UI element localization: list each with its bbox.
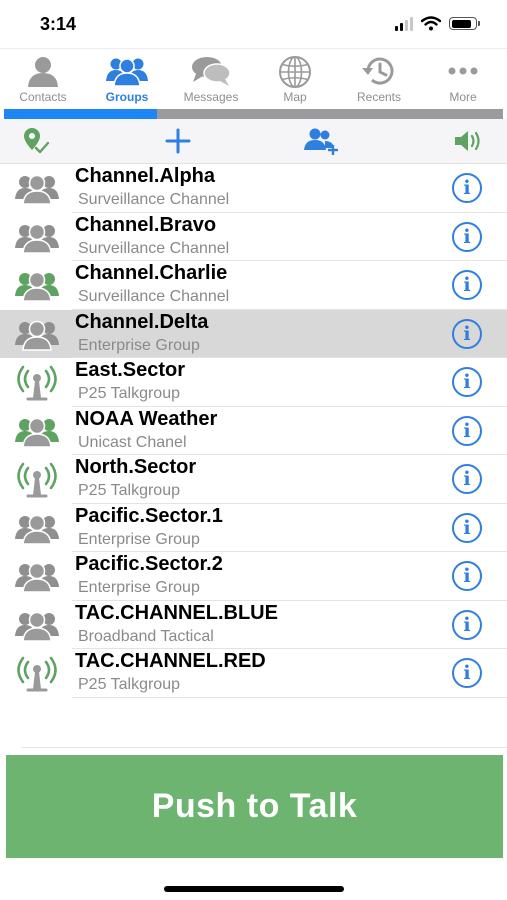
people-group-icon [14, 511, 60, 545]
tab-bar: Contacts Groups Messages Map Recents Mor… [0, 48, 507, 105]
radio-tower-icon [14, 365, 60, 401]
group-type: P25 Talkgroup [78, 676, 180, 693]
info-icon[interactable]: i [452, 609, 482, 640]
group-row[interactable]: Channel.Delta Enterprise Group i [0, 309, 507, 358]
tab-label: Contacts [19, 90, 67, 104]
group-name: Channel.Alpha [75, 165, 216, 187]
tab-label: Groups [105, 90, 149, 104]
group-row[interactable]: Pacific.Sector.2 Enterprise Group i [0, 552, 507, 601]
recents-icon [362, 57, 394, 85]
tab-indicator-active [4, 109, 157, 119]
messages-icon [192, 57, 231, 86]
group-name: Channel.Delta [75, 310, 209, 333]
location-button[interactable] [14, 123, 58, 159]
push-to-talk-label: Push to Talk [151, 787, 358, 825]
people-group-icon [14, 559, 60, 593]
group-name: Channel.Charlie [75, 262, 228, 284]
status-icons [395, 16, 480, 31]
people-group-icon [14, 171, 60, 205]
wifi-icon [421, 16, 441, 31]
radio-tower-icon [14, 656, 60, 692]
info-icon[interactable]: i [452, 658, 482, 688]
group-type: Surveillance Channel [78, 191, 230, 208]
add-button[interactable] [156, 123, 200, 159]
push-to-talk-button[interactable]: Push to Talk [6, 755, 503, 858]
group-name: North.Sector [75, 456, 197, 478]
group-row[interactable]: NOAA Weather Unicast Chanel i [0, 407, 507, 455]
group-row[interactable]: Channel.Charlie Surveillance Channel i [0, 261, 507, 310]
status-time: 3:14 [40, 14, 77, 34]
tab-label: More [449, 90, 477, 104]
groups-toolbar [0, 119, 507, 164]
info-icon[interactable]: i [452, 173, 482, 203]
tab-recents[interactable]: Recents [337, 49, 421, 105]
group-name: Pacific.Sector.1 [75, 504, 223, 527]
tab-label: Messages [183, 90, 239, 104]
group-row[interactable]: North.Sector P25 Talkgroup i [0, 455, 507, 504]
more-icon [448, 67, 478, 75]
tab-contacts[interactable]: Contacts [1, 49, 85, 105]
info-icon[interactable]: i [452, 512, 482, 543]
group-name: Pacific.Sector.2 [75, 553, 223, 575]
group-type: Enterprise Group [78, 336, 200, 354]
group-type: P25 Talkgroup [78, 385, 180, 402]
speaker-icon [455, 131, 480, 151]
info-icon[interactable]: i [452, 464, 482, 494]
group-row[interactable]: Channel.Alpha Surveillance Channel i [0, 164, 507, 213]
info-icon[interactable]: i [452, 221, 482, 252]
tab-label: Map [283, 90, 307, 104]
info-icon[interactable]: i [452, 270, 482, 300]
home-indicator [164, 886, 344, 892]
battery-icon [449, 17, 480, 30]
group-type: Enterprise Group [78, 579, 200, 596]
info-icon[interactable]: i [452, 561, 482, 591]
cellular-signal-icon [395, 16, 413, 31]
tab-map[interactable]: Map [253, 49, 337, 105]
group-type: Surveillance Channel [78, 288, 230, 305]
contact-icon [28, 57, 58, 87]
radio-tower-icon [14, 462, 60, 498]
tab-more[interactable]: More [421, 49, 505, 105]
people-group-icon [14, 414, 60, 448]
group-type: Surveillance Channel [78, 239, 230, 257]
plus-icon [165, 128, 191, 154]
tab-indicator [4, 109, 503, 119]
globe-icon [279, 56, 311, 88]
speaker-button[interactable] [447, 123, 491, 159]
tab-groups[interactable]: Groups [85, 49, 169, 105]
group-row[interactable]: Pacific.Sector.1 Enterprise Group i [0, 504, 507, 552]
divider [22, 747, 507, 748]
status-bar: 3:14 [0, 0, 507, 48]
group-row[interactable]: TAC.CHANNEL.RED P25 Talkgroup i [0, 649, 507, 698]
people-group-icon [14, 317, 60, 351]
group-row[interactable]: East.Sector P25 Talkgroup i [0, 358, 507, 407]
info-icon[interactable]: i [452, 367, 482, 397]
tab-label: Recents [356, 90, 402, 104]
people-group-icon [14, 608, 60, 642]
groups-icon [106, 58, 148, 87]
group-name: NOAA Weather [75, 407, 218, 430]
group-type: Broadband Tactical [78, 627, 214, 645]
add-users-icon [304, 128, 338, 155]
people-group-icon [14, 220, 60, 254]
map-pin-check-icon [24, 128, 50, 154]
group-name: TAC.CHANNEL.BLUE [75, 601, 278, 624]
row-divider [72, 696, 507, 698]
info-icon[interactable]: i [452, 318, 482, 349]
group-row[interactable]: Channel.Bravo Surveillance Channel i [0, 213, 507, 261]
group-type: Unicast Chanel [78, 433, 187, 451]
add-users-button[interactable] [300, 123, 344, 159]
tab-messages[interactable]: Messages [169, 49, 253, 105]
info-icon[interactable]: i [452, 415, 482, 446]
group-name: TAC.CHANNEL.RED [75, 650, 266, 672]
group-name: Channel.Bravo [75, 213, 217, 236]
group-name: East.Sector [75, 359, 186, 381]
group-list: Channel.Alpha Surveillance Channel i Channe… [0, 164, 507, 698]
people-group-icon [14, 268, 60, 302]
group-row[interactable]: TAC.CHANNEL.BLUE Broadband Tactical i [0, 601, 507, 649]
group-type: P25 Talkgroup [78, 482, 180, 499]
group-type: Enterprise Group [78, 530, 200, 548]
